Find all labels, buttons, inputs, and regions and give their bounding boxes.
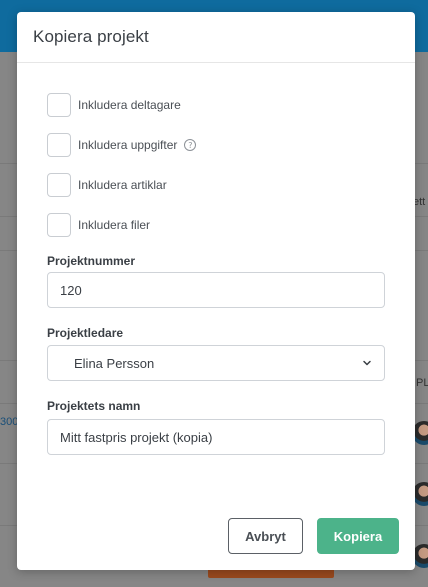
- project-name-field[interactable]: [47, 419, 385, 455]
- chevron-down-icon: [363, 360, 371, 366]
- project-lead-label: Projektledare: [47, 326, 124, 340]
- project-lead-value: Elina Persson: [74, 355, 155, 371]
- option-include-participants[interactable]: Inkludera deltagare: [47, 93, 181, 117]
- project-number-label: Projektnummer: [47, 254, 136, 268]
- dialog-header: Kopiera projekt: [17, 12, 415, 63]
- background-column-header: PL: [416, 377, 428, 389]
- cancel-button[interactable]: Avbryt: [228, 518, 303, 554]
- option-label: Inkludera uppgifter: [78, 138, 178, 152]
- option-include-files[interactable]: Inkludera filer: [47, 213, 150, 237]
- include-files-checkbox[interactable]: [47, 213, 71, 237]
- include-tasks-checkbox[interactable]: [47, 133, 71, 157]
- option-label: Inkludera filer: [78, 218, 151, 232]
- project-number-field[interactable]: [47, 272, 385, 308]
- dialog-title: Kopiera projekt: [33, 27, 149, 46]
- option-label: Inkludera deltagare: [78, 98, 181, 112]
- include-articles-checkbox[interactable]: [47, 173, 71, 197]
- option-include-articles[interactable]: Inkludera artiklar: [47, 173, 167, 197]
- copy-project-dialog: Kopiera projekt Inkludera deltagare Inkl…: [17, 12, 415, 570]
- question-circle-icon[interactable]: ?: [184, 139, 197, 151]
- option-label: Inkludera artiklar: [78, 178, 167, 192]
- include-participants-checkbox[interactable]: [47, 93, 71, 117]
- project-lead-select[interactable]: Elina Persson: [47, 345, 385, 381]
- copy-button[interactable]: Kopiera: [317, 518, 399, 554]
- option-include-tasks[interactable]: Inkludera uppgifter ?: [47, 133, 197, 157]
- project-name-label: Projektets namn: [47, 399, 141, 413]
- background-link: 300: [0, 416, 19, 428]
